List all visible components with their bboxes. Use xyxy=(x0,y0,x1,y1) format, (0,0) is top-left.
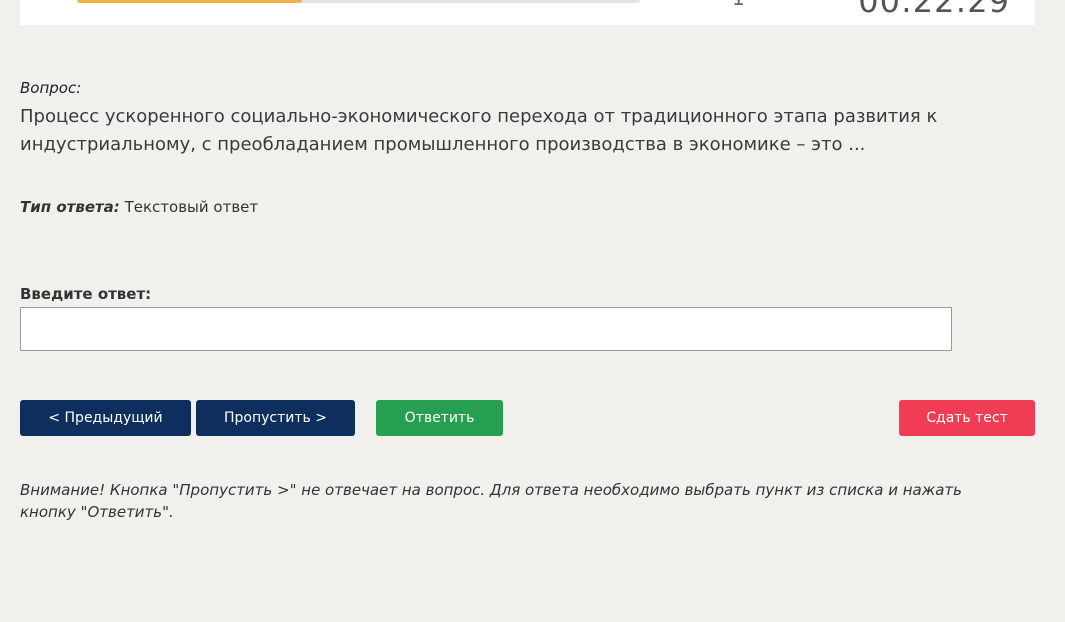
question-label: Вопрос: xyxy=(20,79,82,97)
progress-bar-fill xyxy=(77,0,303,3)
answer-button[interactable]: Ответить xyxy=(376,400,503,436)
question-text: Процесс ускоренного социально-экономичес… xyxy=(20,106,938,155)
timer: 00:22:29 xyxy=(858,0,1010,20)
answer-input-label: Введите ответ: xyxy=(20,285,152,303)
question-counter: 1 xyxy=(732,0,745,10)
submit-test-button[interactable]: Сдать тест xyxy=(899,400,1035,436)
previous-button[interactable]: < Предыдущий xyxy=(20,400,191,436)
notice-text: Внимание! Кнопка "Пропустить >" не отвеч… xyxy=(20,481,962,521)
progress-bar xyxy=(77,0,640,3)
answer-type-label: Тип ответа: xyxy=(20,198,120,216)
answer-type-value: Текстовый ответ xyxy=(124,198,259,216)
answer-type-row: Тип ответа: Текстовый ответ xyxy=(20,198,258,216)
skip-button[interactable]: Пропустить > xyxy=(196,400,355,436)
test-header-card: 1 00:22:29 xyxy=(20,0,1035,25)
answer-input[interactable] xyxy=(20,307,952,351)
